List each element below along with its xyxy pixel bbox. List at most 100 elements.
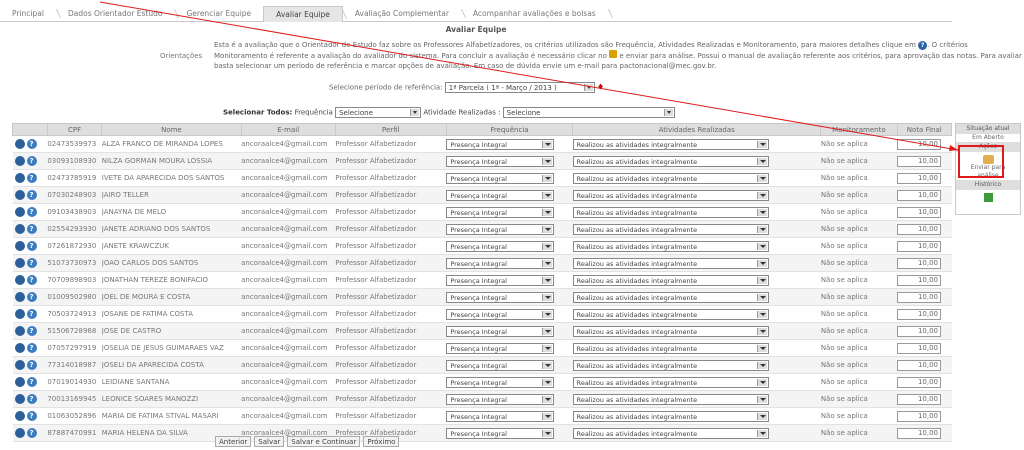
activities-select[interactable]: Realizou as atividades integralmente	[572, 172, 769, 184]
check-icon[interactable]	[14, 156, 25, 166]
help-icon[interactable]: ?	[26, 343, 37, 353]
check-icon[interactable]	[14, 377, 25, 387]
grade-field[interactable]: 10,00	[897, 308, 942, 320]
frequency-select[interactable]: Presença Integral	[446, 393, 555, 405]
activities-select[interactable]: Realizou as atividades integralmente	[572, 240, 769, 252]
grade-field[interactable]: 10,00	[897, 291, 942, 303]
frequency-select[interactable]: Presença Integral	[446, 274, 555, 286]
activities-select[interactable]: Realizou as atividades integralmente	[572, 342, 769, 354]
grade-field[interactable]: 10,00	[897, 274, 942, 286]
help-icon[interactable]: ?	[26, 258, 37, 268]
frequency-select[interactable]: Presença Integral	[446, 257, 555, 269]
grade-field[interactable]: 10,00	[897, 138, 942, 150]
grade-field[interactable]: 10,00	[897, 325, 942, 337]
frequency-select[interactable]: Presença Integral	[446, 325, 555, 337]
grade-field[interactable]: 10,00	[897, 189, 942, 201]
tab-5[interactable]: Acompanhar avaliações e bolsas	[461, 6, 608, 21]
select-all-frequency-select[interactable]: Selecione	[335, 107, 422, 118]
activities-select[interactable]: Realizou as atividades integralmente	[572, 393, 769, 405]
check-icon[interactable]	[14, 207, 25, 217]
frequency-select[interactable]: Presença Integral	[446, 308, 555, 320]
activities-select[interactable]: Realizou as atividades integralmente	[572, 189, 769, 201]
help-icon[interactable]: ?	[26, 207, 37, 217]
next-button[interactable]: Próximo	[363, 436, 400, 447]
check-icon[interactable]	[14, 173, 25, 183]
grade-field[interactable]: 10,00	[897, 257, 942, 269]
frequency-select[interactable]: Presença Integral	[446, 189, 555, 201]
frequency-select[interactable]: Presença Integral	[446, 342, 555, 354]
check-icon[interactable]	[14, 394, 25, 404]
frequency-select[interactable]: Presença Integral	[446, 359, 555, 371]
help-icon[interactable]: ?	[26, 360, 37, 370]
grade-field[interactable]: 10,00	[897, 427, 942, 439]
check-icon[interactable]	[14, 224, 25, 234]
history-icon[interactable]	[983, 193, 993, 202]
check-icon[interactable]	[14, 411, 25, 421]
frequency-select[interactable]: Presença Integral	[446, 172, 555, 184]
help-icon[interactable]: ?	[26, 190, 37, 200]
grade-field[interactable]: 10,00	[897, 376, 942, 388]
help-icon[interactable]: ?	[26, 292, 37, 302]
activities-select[interactable]: Realizou as atividades integralmente	[572, 410, 769, 422]
previous-button[interactable]: Anterior	[215, 436, 252, 447]
grade-field[interactable]: 10,00	[897, 342, 942, 354]
activities-select[interactable]: Realizou as atividades integralmente	[572, 427, 769, 439]
activities-select[interactable]: Realizou as atividades integralmente	[572, 359, 769, 371]
activities-select[interactable]: Realizou as atividades integralmente	[572, 325, 769, 337]
grade-field[interactable]: 10,00	[897, 410, 942, 422]
check-icon[interactable]	[14, 258, 25, 268]
activities-select[interactable]: Realizou as atividades integralmente	[572, 291, 769, 303]
check-icon[interactable]	[14, 241, 25, 251]
frequency-select[interactable]: Presença Integral	[446, 291, 555, 303]
period-select[interactable]: 1ª Parcela ( 1ª - Março / 2013 )	[444, 82, 595, 93]
frequency-select[interactable]: Presença Integral	[446, 376, 555, 388]
check-icon[interactable]	[14, 343, 25, 353]
help-icon[interactable]: ?	[26, 156, 37, 166]
activities-select[interactable]: Realizou as atividades integralmente	[572, 257, 769, 269]
check-icon[interactable]	[14, 360, 25, 370]
tab-2[interactable]: Gerenciar Equipe	[174, 6, 263, 21]
activities-select[interactable]: Realizou as atividades integralmente	[572, 155, 769, 167]
select-all-activities-select[interactable]: Selecione	[502, 107, 675, 118]
activities-select[interactable]: Realizou as atividades integralmente	[572, 308, 769, 320]
check-icon[interactable]	[14, 190, 25, 200]
help-icon[interactable]: ?	[26, 377, 37, 387]
check-icon[interactable]	[14, 326, 25, 336]
help-icon[interactable]: ?	[26, 241, 37, 251]
grade-field[interactable]: 10,00	[897, 240, 942, 252]
grade-field[interactable]: 10,00	[897, 359, 942, 371]
help-icon[interactable]: ?	[26, 428, 37, 438]
grade-field[interactable]: 10,00	[897, 223, 942, 235]
help-icon[interactable]: ?	[918, 41, 928, 50]
save-continue-button[interactable]: Salvar e Continuar	[287, 436, 361, 447]
help-icon[interactable]: ?	[26, 173, 37, 183]
tab-3[interactable]: Avaliar Equipe	[263, 6, 343, 22]
check-icon[interactable]	[14, 275, 25, 285]
activities-select[interactable]: Realizou as atividades integralmente	[572, 138, 769, 150]
help-icon[interactable]: ?	[26, 224, 37, 234]
activities-select[interactable]: Realizou as atividades integralmente	[572, 223, 769, 235]
activities-select[interactable]: Realizou as atividades integralmente	[572, 376, 769, 388]
grade-field[interactable]: 10,00	[897, 393, 942, 405]
help-icon[interactable]: ?	[26, 309, 37, 319]
check-icon[interactable]	[14, 139, 25, 149]
help-icon[interactable]: ?	[26, 394, 37, 404]
help-icon[interactable]: ?	[26, 411, 37, 421]
help-icon[interactable]: ?	[26, 139, 37, 149]
activities-select[interactable]: Realizou as atividades integralmente	[572, 274, 769, 286]
help-icon[interactable]: ?	[26, 275, 37, 285]
frequency-select[interactable]: Presença Integral	[446, 427, 555, 439]
save-button[interactable]: Salvar	[254, 436, 285, 447]
check-icon[interactable]	[14, 428, 25, 438]
tab-0[interactable]: Principal	[0, 6, 56, 21]
grade-field[interactable]: 10,00	[897, 172, 942, 184]
check-icon[interactable]	[14, 309, 25, 319]
frequency-select[interactable]: Presença Integral	[446, 138, 555, 150]
frequency-select[interactable]: Presença Integral	[446, 240, 555, 252]
tab-4[interactable]: Avaliação Complementar	[343, 6, 461, 21]
grade-field[interactable]: 10,00	[897, 155, 942, 167]
tab-1[interactable]: Dados Orientador Estudo	[56, 6, 175, 21]
activities-select[interactable]: Realizou as atividades integralmente	[572, 206, 769, 218]
grade-field[interactable]: 10,00	[897, 206, 942, 218]
frequency-select[interactable]: Presença Integral	[446, 410, 555, 422]
